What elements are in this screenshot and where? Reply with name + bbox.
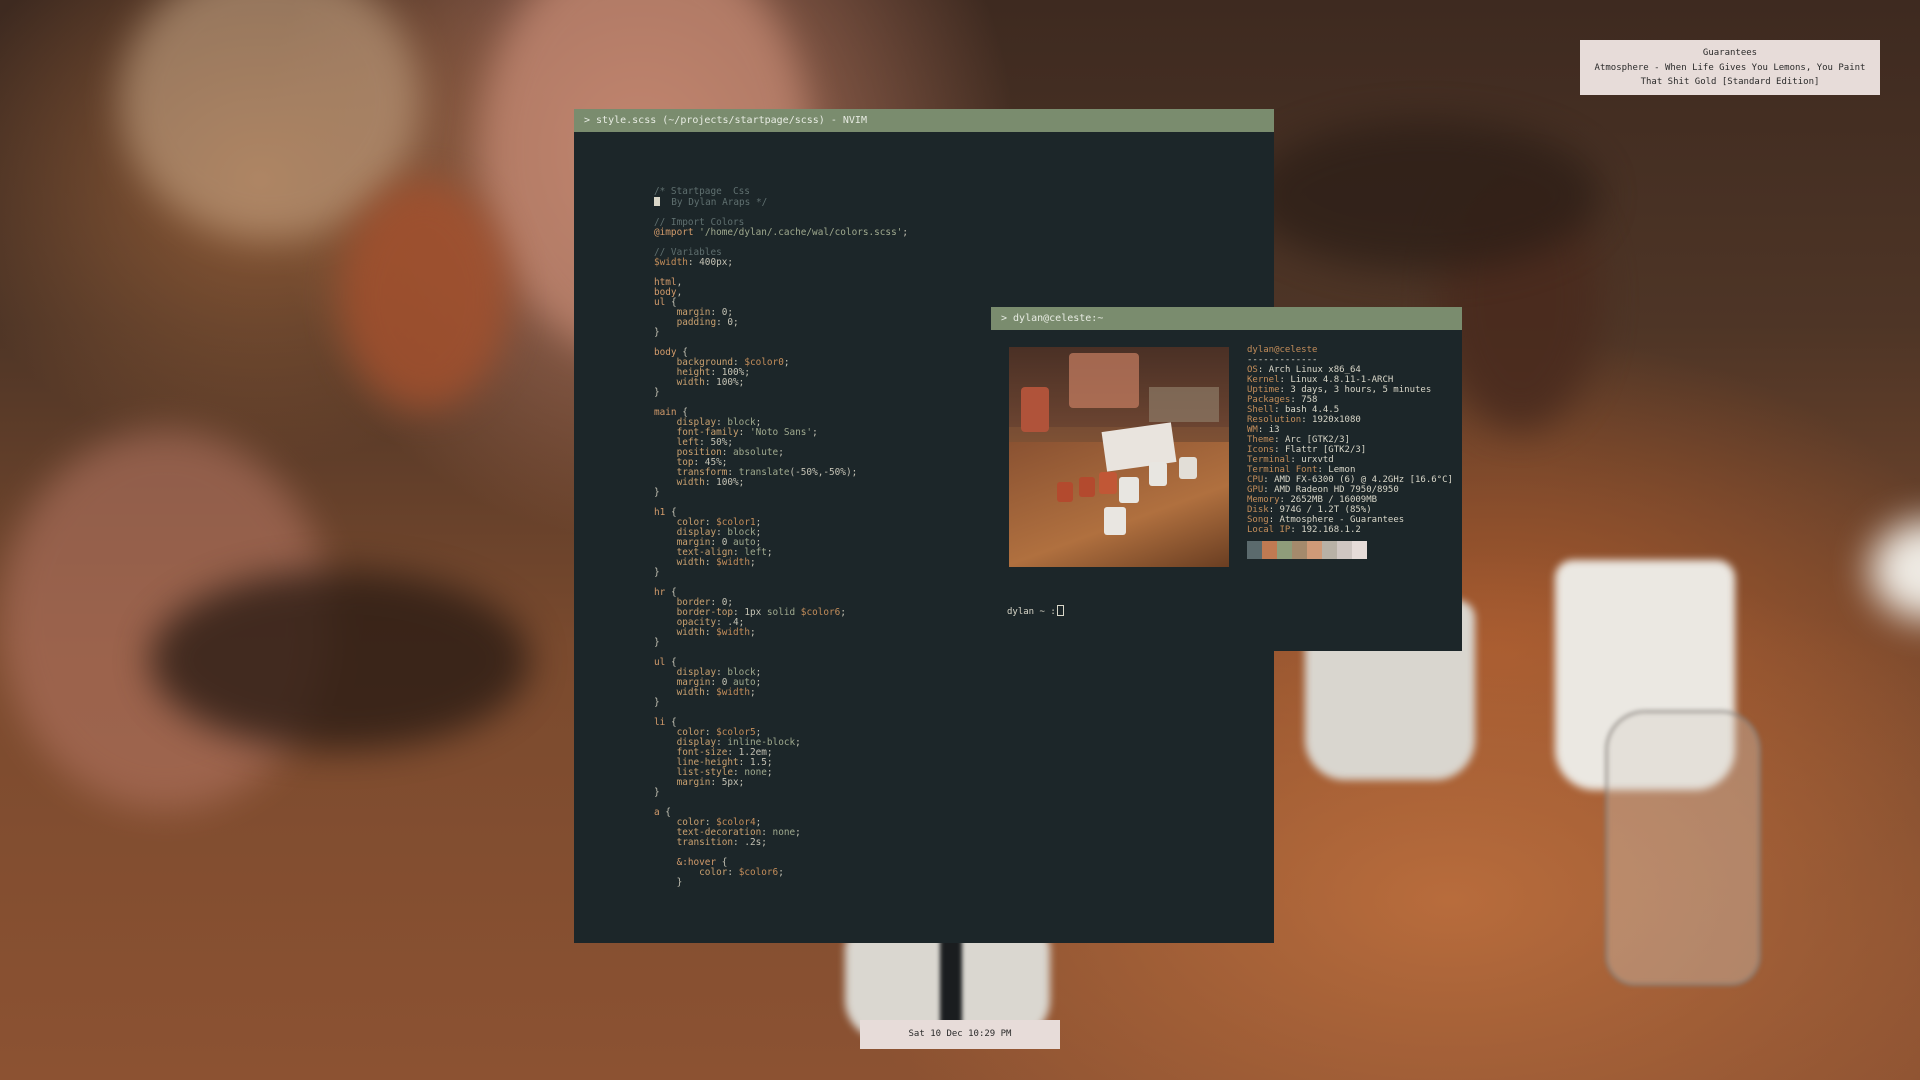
info-row-resolution: Resolution: 1920x1080	[1247, 415, 1361, 425]
info-key: Theme	[1247, 435, 1275, 445]
info-row-theme: Theme: Arc [GTK2/3]	[1247, 435, 1350, 445]
info-key: GPU	[1247, 485, 1264, 495]
info-key: Packages	[1247, 395, 1291, 405]
info-key: Local IP	[1247, 525, 1291, 535]
info-key: Resolution	[1247, 415, 1302, 425]
info-value: 2652MB / 16009MB	[1290, 495, 1378, 505]
terminal-window[interactable]: > dylan@celeste:~ dylan@celeste --------…	[991, 307, 1462, 651]
info-value: 1920x1080	[1312, 415, 1361, 425]
info-value: AMD FX-6300 (6) @ 4.2GHz [16.6°C]	[1274, 475, 1453, 485]
shell-prompt[interactable]: dylan ~ :	[1007, 605, 1064, 617]
info-row-song: Song: Atmosphere - Guarantees	[1247, 515, 1405, 525]
info-row-memory: Memory: 2652MB / 16009MB	[1247, 495, 1378, 505]
info-row-shell: Shell: bash 4.4.5	[1247, 405, 1340, 415]
separator: -------------	[1247, 355, 1318, 365]
song-title: Guarantees	[1702, 48, 1758, 58]
info-key: Disk	[1247, 505, 1269, 515]
color-palette	[1247, 541, 1453, 559]
info-key: Terminal	[1247, 455, 1291, 465]
info-row-os: OS: Arch Linux x86_64	[1247, 365, 1361, 375]
info-key: Terminal Font	[1247, 465, 1318, 475]
palette-swatch-4	[1307, 541, 1322, 559]
info-row-terminal: Terminal: urxvtd	[1247, 455, 1334, 465]
info-value: AMD Radeon HD 7950/8950	[1274, 485, 1399, 495]
info-row-kernel: Kernel: Linux 4.8.11-1-ARCH	[1247, 375, 1394, 385]
info-row-uptime: Uptime: 3 days, 3 hours, 5 minutes	[1247, 385, 1432, 395]
terminal-titlebar[interactable]: > dylan@celeste:~	[991, 307, 1462, 330]
info-row-disk: Disk: 974G / 1.2T (85%)	[1247, 505, 1372, 515]
info-row-gpu: GPU: AMD Radeon HD 7950/8950	[1247, 485, 1399, 495]
info-key: Shell	[1247, 405, 1275, 415]
info-value: i3	[1268, 425, 1280, 435]
info-key: Memory	[1247, 495, 1280, 505]
info-row-wm: WM: i3	[1247, 425, 1280, 435]
info-value: urxvtd	[1301, 455, 1334, 465]
info-value: Atmosphere - Guarantees	[1279, 515, 1405, 525]
info-value: Linux 4.8.11-1-ARCH	[1290, 375, 1394, 385]
info-row-local-ip: Local IP: 192.168.1.2	[1247, 525, 1361, 535]
nvim-titlebar[interactable]: > style.scss (~/projects/startpage/scss)…	[574, 109, 1274, 132]
clock-widget: Sat 10 Dec 10:29 PM	[860, 1020, 1060, 1049]
info-key: Kernel	[1247, 375, 1280, 385]
palette-swatch-6	[1337, 541, 1352, 559]
info-key: Uptime	[1247, 385, 1280, 395]
info-key: WM	[1247, 425, 1258, 435]
info-value: Arc [GTK2/3]	[1284, 435, 1350, 445]
prompt-text: dylan ~ :	[1007, 607, 1056, 617]
info-value: Lemon	[1328, 465, 1356, 475]
terminal-cursor	[1056, 605, 1064, 616]
info-value: 3 days, 3 hours, 5 minutes	[1290, 385, 1432, 395]
info-row-icons: Icons: Flattr [GTK2/3]	[1247, 445, 1367, 455]
palette-swatch-2	[1277, 541, 1292, 559]
palette-swatch-7	[1352, 541, 1367, 559]
info-value: 758	[1301, 395, 1318, 405]
info-key: OS	[1247, 365, 1258, 375]
neofetch-image	[1009, 347, 1229, 567]
info-value: bash 4.4.5	[1284, 405, 1340, 415]
code-buffer[interactable]: /* Startpage Css By Dylan Araps */ // Im…	[654, 187, 908, 888]
user-host: dylan@celeste	[1247, 345, 1318, 355]
info-row-cpu: CPU: AMD FX-6300 (6) @ 4.2GHz [16.6°C]	[1247, 475, 1453, 485]
now-playing-widget: Guarantees Atmosphere - When Life Gives …	[1580, 40, 1880, 95]
palette-swatch-5	[1322, 541, 1337, 559]
system-info: dylan@celeste ------------- OS: Arch Lin…	[1247, 345, 1453, 559]
info-row-packages: Packages: 758	[1247, 395, 1318, 405]
info-value: Arch Linux x86_64	[1268, 365, 1361, 375]
palette-swatch-0	[1247, 541, 1262, 559]
info-value: 974G / 1.2T (85%)	[1279, 505, 1372, 515]
info-key: Icons	[1247, 445, 1275, 455]
info-value: Flattr [GTK2/3]	[1284, 445, 1367, 455]
info-key: CPU	[1247, 475, 1264, 485]
info-key: Song	[1247, 515, 1269, 525]
palette-swatch-3	[1292, 541, 1307, 559]
palette-swatch-1	[1262, 541, 1277, 559]
song-album: Atmosphere - When Life Gives You Lemons,…	[1594, 63, 1866, 87]
info-row-terminal-font: Terminal Font: Lemon	[1247, 465, 1356, 475]
info-value: 192.168.1.2	[1301, 525, 1361, 535]
